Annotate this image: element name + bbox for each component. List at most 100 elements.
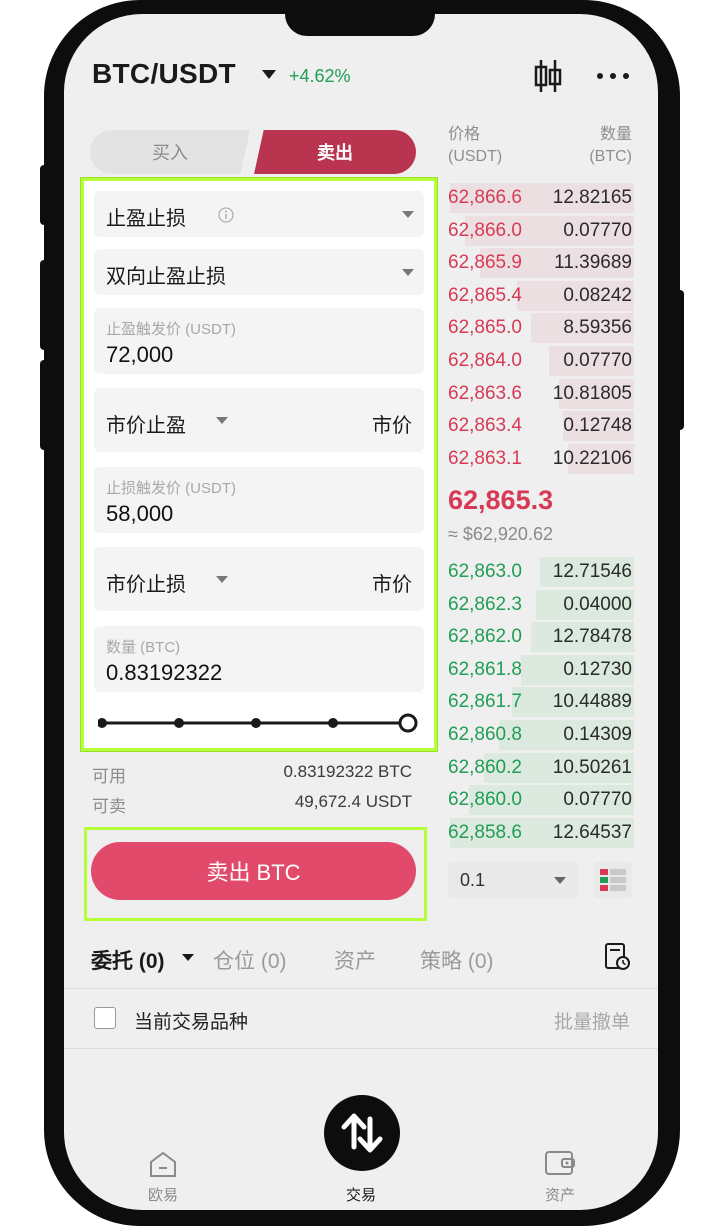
bid-row[interactable]: 62,858.6 12.64537	[446, 817, 634, 848]
bid-row[interactable]: 62,860.2 10.50261	[446, 752, 634, 783]
bid-row[interactable]: 62,862.3 0.04000	[446, 589, 634, 620]
tab-positions[interactable]: 仓位 (0)	[213, 945, 287, 975]
ask-row[interactable]: 62,863.4 0.12748	[446, 411, 634, 442]
nav-trade-label[interactable]: 交易	[331, 1184, 391, 1205]
bid-row[interactable]: 62,862.0 12.78478	[446, 622, 634, 653]
last-price-fiat: ≈ $62,920.62	[448, 524, 553, 544]
bid-row[interactable]: 62,863.0 12.71546	[446, 557, 634, 587]
ask-price: 62,864.0	[448, 350, 522, 371]
chevron-down-icon[interactable]	[262, 70, 276, 79]
bid-price: 62,860.8	[448, 724, 522, 745]
current-pair-checkbox[interactable]	[94, 1007, 116, 1029]
sl-trigger-input[interactable]: 止损触发价 (USDT) 58,000	[94, 467, 424, 533]
ask-row[interactable]: 62,865.0 8.59356	[446, 313, 634, 344]
chevron-down-icon[interactable]	[182, 954, 194, 961]
depth-step-select[interactable]: 0.1	[448, 862, 578, 898]
divider	[64, 1048, 658, 1049]
qty-header-label: 数量	[599, 126, 632, 143]
info-icon[interactable]	[218, 207, 234, 223]
bid-price: 62,860.0	[448, 789, 522, 811]
ask-price: 62,865.9	[448, 252, 522, 274]
tp-order-type-label: 市价止盈	[106, 415, 186, 437]
bid-row[interactable]: 62,860.0 0.07770	[446, 785, 634, 816]
bid-qty: 10.44889	[552, 691, 632, 713]
bid-qty: 12.64537	[552, 821, 632, 843]
volume-up-button	[40, 260, 48, 350]
ask-qty: 8.59356	[563, 317, 632, 339]
nav-assets-label[interactable]: 资产	[530, 1184, 590, 1205]
tab-orders[interactable]: 委托 (0)	[91, 945, 165, 975]
nav-home-label[interactable]: 欧易	[133, 1184, 193, 1205]
ask-qty: 0.08242	[563, 284, 632, 306]
bid-price: 62,861.7	[448, 691, 522, 713]
orderbook-qty-header: 数量 (BTC)	[560, 124, 632, 168]
sl-order-type-select[interactable]: 市价止损 市价	[94, 547, 424, 611]
sellable-label: 可卖	[92, 797, 126, 816]
order-history-icon[interactable]	[604, 942, 632, 972]
ask-qty: 11.39689	[554, 252, 632, 274]
home-icon[interactable]	[148, 1150, 178, 1178]
bid-price: 62,863.0	[448, 561, 522, 582]
ask-price: 62,863.6	[448, 382, 522, 404]
bid-qty: 0.14309	[563, 724, 632, 745]
sell-btc-button[interactable]: 卖出 BTC	[91, 842, 416, 900]
wallet-icon[interactable]	[544, 1148, 576, 1178]
quantity-input[interactable]: 数量 (BTC) 0.83192322	[94, 626, 424, 692]
ask-row[interactable]: 62,865.9 11.39689	[446, 248, 634, 279]
chevron-down-icon	[554, 877, 566, 884]
ask-row[interactable]: 62,863.1 10.22106	[446, 443, 634, 474]
ask-qty: 10.22106	[552, 447, 632, 469]
bid-price: 62,858.6	[448, 821, 522, 843]
ask-price: 62,866.6	[448, 187, 522, 208]
bid-row[interactable]: 62,860.8 0.14309	[446, 720, 634, 750]
divider	[64, 988, 658, 989]
ask-row[interactable]: 62,865.4 0.08242	[446, 280, 634, 311]
candlestick-chart-icon[interactable]	[533, 58, 563, 94]
more-icon[interactable]	[596, 68, 630, 84]
power-button	[676, 290, 684, 430]
ask-qty: 0.12748	[563, 415, 632, 437]
tp-trigger-input[interactable]: 止盈触发价 (USDT) 72,000	[94, 308, 424, 374]
orderbook-price-header: 价格 (USDT)	[448, 124, 502, 168]
quantity-label: 数量 (BTC)	[106, 639, 181, 656]
bid-qty: 12.78478	[552, 626, 632, 648]
bid-price: 62,860.2	[448, 756, 522, 778]
pair-title[interactable]: BTC/USDT	[92, 58, 236, 90]
tp-trigger-label: 止盈触发价 (USDT)	[106, 321, 236, 338]
ask-price: 62,866.0	[448, 219, 522, 241]
bid-qty: 0.12730	[563, 658, 632, 680]
bid-row[interactable]: 62,861.7 10.44889	[446, 687, 634, 718]
ask-row[interactable]: 62,864.0 0.07770	[446, 346, 634, 376]
order-type-select[interactable]: 止盈止损	[94, 191, 424, 237]
bid-price: 62,862.3	[448, 593, 522, 615]
tab-sell[interactable]: 卖出	[254, 130, 416, 174]
ask-price: 62,865.0	[448, 317, 522, 339]
price-change: +4.62%	[289, 66, 351, 86]
mute-switch	[40, 165, 48, 225]
tab-buy[interactable]: 买入	[90, 130, 250, 174]
tp-price-value: 市价	[372, 415, 412, 437]
trade-fab[interactable]	[324, 1095, 400, 1171]
chevron-down-icon	[216, 417, 228, 424]
ask-price: 62,863.4	[448, 415, 522, 437]
order-form-panel: 止盈止损 双向止盈止损 止盈触发价 (USDT) 72,000 市价止盈 市价 …	[81, 178, 437, 751]
sl-price-value: 市价	[372, 574, 412, 596]
ask-qty: 12.82165	[552, 187, 632, 208]
bid-row[interactable]: 62,861.8 0.12730	[446, 654, 634, 685]
ask-row[interactable]: 62,863.6 10.81805	[446, 378, 634, 409]
ask-row[interactable]: 62,866.6 12.82165	[446, 183, 634, 213]
batch-cancel-button[interactable]: 批量撤单	[554, 1007, 630, 1034]
tpsl-mode-select[interactable]: 双向止盈止损	[94, 249, 424, 295]
sl-trigger-value[interactable]: 58,000	[106, 501, 173, 527]
tab-assets[interactable]: 资产	[334, 945, 376, 975]
quantity-value[interactable]: 0.83192322	[106, 660, 222, 686]
orderbook-layout-icon[interactable]	[594, 862, 632, 898]
tab-strategy[interactable]: 策略 (0)	[420, 945, 494, 975]
tp-order-type-select[interactable]: 市价止盈 市价	[94, 388, 424, 452]
last-price: 62,865.3	[448, 485, 554, 515]
quantity-slider[interactable]	[98, 711, 418, 735]
ask-qty: 0.07770	[563, 350, 632, 371]
chevron-down-icon	[216, 576, 228, 583]
tp-trigger-value[interactable]: 72,000	[106, 342, 173, 368]
ask-row[interactable]: 62,866.0 0.07770	[446, 215, 634, 246]
